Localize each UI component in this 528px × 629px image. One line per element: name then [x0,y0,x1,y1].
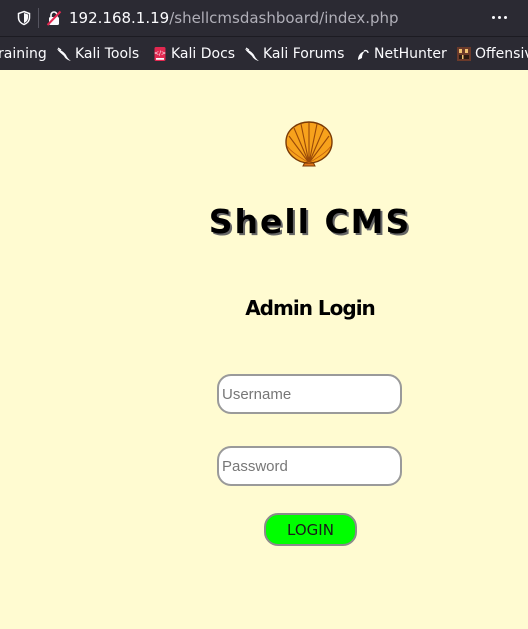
bookmarks-toolbar: raining Kali Tools </> Kali Docs Kali Fo… [0,36,528,70]
url-path: /shellcmsdashboard/index.php [169,9,399,27]
url-host: 192.168.1.19 [69,9,170,27]
bookmark-label: NetHunter [374,46,447,62]
nethunter-icon [358,49,369,60]
insecure-lock-icon[interactable] [46,10,62,26]
offensive-security-icon [457,47,471,61]
bookmark-label: Offensiv [475,46,528,62]
bookmark-label: Kali Tools [75,46,140,62]
kali-docs-icon: </> [154,47,166,61]
url-text[interactable]: 192.168.1.19/shellcmsdashboard/index.php [69,9,399,27]
page-title: Shell CMS [208,202,412,241]
url-bar[interactable]: 192.168.1.19/shellcmsdashboard/index.php [0,0,528,36]
bookmark-label: raining [0,46,47,62]
password-input[interactable] [217,446,402,486]
shield-icon[interactable] [16,10,32,26]
login-button[interactable]: LOGIN [264,513,357,546]
divider [38,8,39,28]
username-input[interactable] [217,374,402,414]
bookmark-label: Kali Docs [171,46,236,62]
login-heading: Admin Login [245,296,376,320]
kali-dragon-icon [57,47,71,61]
kali-dragon-icon [245,47,259,61]
bookmark-label: Kali Forums [263,46,345,62]
svg-text:</>: </> [154,50,166,57]
login-page: Shell CMS Admin Login LOGIN [0,70,528,629]
shell-logo-icon [285,121,333,167]
